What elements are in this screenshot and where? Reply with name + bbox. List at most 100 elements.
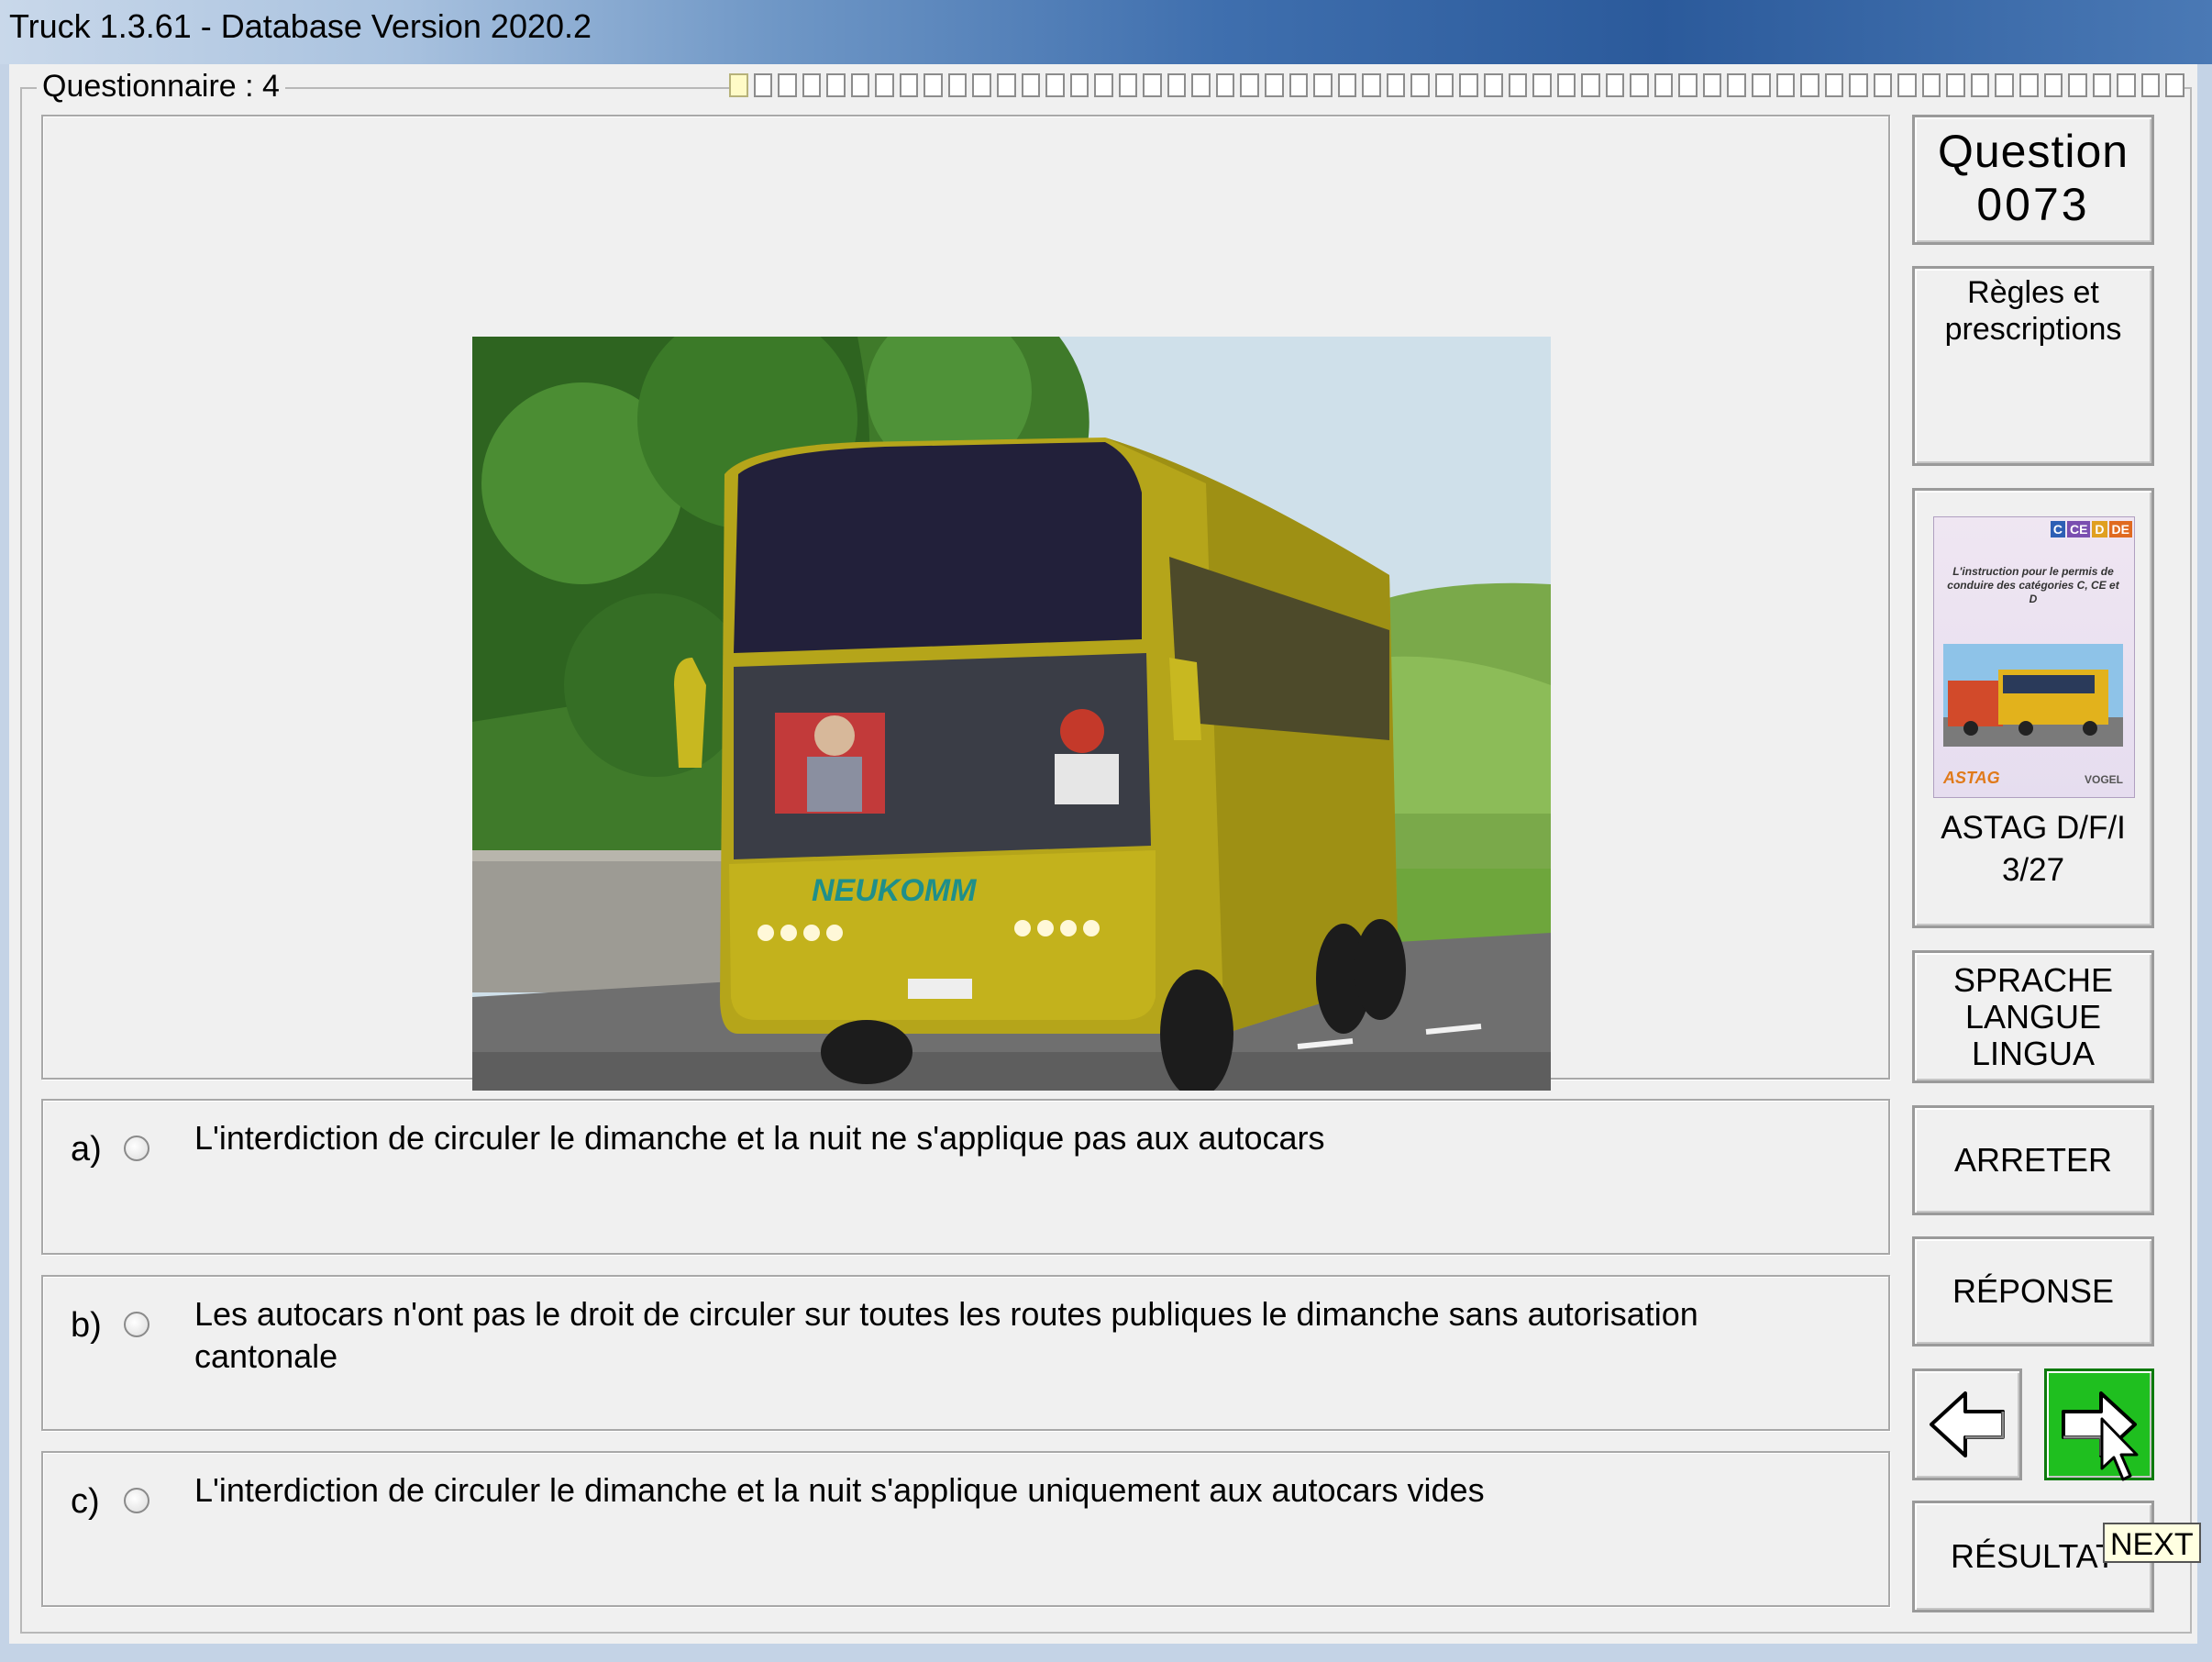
progress-segment [972, 73, 992, 97]
book-caption: L'instruction pour le permis de conduire… [1947, 565, 2119, 605]
progress-segment [1069, 73, 1089, 97]
previous-button[interactable] [1912, 1368, 2022, 1480]
questionnaire-label: Questionnaire : 4 [37, 69, 285, 105]
title-bar: Truck 1.3.61 - Database Version 2020.2 [0, 0, 2212, 64]
progress-segment [1410, 73, 1430, 97]
answer-letter: b) [71, 1306, 102, 1345]
progress-segment [1362, 73, 1381, 97]
answer-radio-c[interactable] [124, 1488, 149, 1513]
progress-segment [1873, 73, 1893, 97]
progress-segment [1094, 73, 1113, 97]
progress-segment [1630, 73, 1649, 97]
question-category: Règles et prescriptions [1944, 275, 2122, 347]
book-cover-picture [1943, 644, 2123, 747]
answer-text: L'interdiction de circuler le dimanche e… [194, 1119, 1325, 1157]
progress-segment [1995, 73, 2014, 97]
answer-text: L'interdiction de circuler le dimanche e… [194, 1471, 1485, 1509]
progress-segment [1970, 73, 1990, 97]
mouse-pointer-icon [2100, 1417, 2139, 1481]
book-label-page: 3/27 [2001, 852, 2065, 888]
progress-segment [2165, 73, 2184, 97]
answer-option-b[interactable]: b) Les autocars n'ont pas le droit de ci… [41, 1275, 1890, 1431]
progress-segment [1118, 73, 1138, 97]
answer-option-c[interactable]: c) L'interdiction de circuler le dimanch… [41, 1451, 1890, 1607]
progress-segment [1313, 73, 1333, 97]
question-title: Question [1937, 126, 2129, 177]
question-image-panel: NEUKOMM [41, 115, 1890, 1091]
progress-segment [1386, 73, 1406, 97]
book-tag: C [2050, 521, 2065, 537]
progress-segment [1581, 73, 1600, 97]
language-button[interactable]: SPRACHE LANGUE LINGUA [1912, 950, 2154, 1083]
answer-radio-b[interactable] [124, 1312, 149, 1337]
question-category-box: Règles et prescriptions [1912, 266, 2154, 466]
stop-button[interactable]: ARRETER [1912, 1105, 2154, 1215]
progress-segment [947, 73, 968, 97]
progress-segment [729, 73, 748, 97]
progress-segment [802, 73, 822, 97]
progress-segment [826, 73, 846, 97]
next-tooltip: NEXT [2103, 1523, 2201, 1563]
book-logo-vogel: VOGEL [2084, 773, 2123, 786]
book-label: ASTAG D/F/I 3/27 [1915, 807, 2151, 892]
progress-segment [1191, 73, 1211, 97]
window-frame-right [2197, 64, 2212, 1662]
progress-segment [1240, 73, 1260, 97]
progress-segment [1800, 73, 1819, 97]
language-label-it: LINGUA [1971, 1034, 2096, 1072]
reference-book-box[interactable]: C CE D DE L'instruction pour le permis d… [1912, 488, 2154, 928]
bus-photo-drawing: NEUKOMM [472, 337, 1551, 1091]
answer-letter: a) [71, 1130, 102, 1169]
progress-segment [1775, 73, 1796, 97]
progress-segment [1946, 73, 1965, 97]
book-tag: D [2092, 521, 2107, 537]
progress-segment [2068, 73, 2087, 97]
progress-segment [1556, 73, 1576, 97]
book-vehicles-drawing [1943, 644, 2123, 747]
progress-segment [778, 73, 797, 97]
progress-segment [2140, 73, 2161, 97]
window-frame-bottom [0, 1644, 2212, 1662]
progress-segment [1727, 73, 1746, 97]
progress-segment [1532, 73, 1552, 97]
progress-segment [1824, 73, 1844, 97]
book-cover-image: C CE D DE L'instruction pour le permis d… [1933, 516, 2135, 798]
progress-segment [997, 73, 1016, 97]
progress-segment [1702, 73, 1722, 97]
book-tag: DE [2108, 521, 2132, 537]
answer-text: Les autocars n'ont pas le droit de circu… [194, 1295, 1698, 1375]
progress-segment [1483, 73, 1503, 97]
progress-segment [850, 73, 870, 97]
progress-segment [1459, 73, 1478, 97]
progress-segment [924, 73, 943, 97]
progress-segment [1605, 73, 1625, 97]
question-number-box: Question 0073 [1912, 115, 2154, 245]
book-logo-astag: ASTAG [1943, 769, 2000, 787]
language-label-de: SPRACHE [1952, 960, 2114, 999]
progress-segment [1167, 73, 1187, 97]
progress-segment [1653, 73, 1674, 97]
progress-segment [1921, 73, 1941, 97]
book-label-title: ASTAG D/F/I [1941, 810, 2126, 846]
progress-segment [1021, 73, 1041, 97]
progress-segment [1678, 73, 1698, 97]
progress-segment [1751, 73, 1771, 97]
book-tag: CE [2066, 521, 2091, 537]
progress-segment [1897, 73, 1917, 97]
progress-segment [899, 73, 919, 97]
window-title: Truck 1.3.61 - Database Version 2020.2 [9, 7, 592, 45]
question-photo: NEUKOMM [472, 337, 1551, 1091]
window-frame-left [0, 64, 9, 1662]
progress-segment [1045, 73, 1065, 97]
progress-segment [753, 73, 773, 97]
response-button[interactable]: RÉPONSE [1912, 1236, 2154, 1346]
progress-segment [1434, 73, 1454, 97]
progress-segment [1337, 73, 1357, 97]
language-label-fr: LANGUE [1964, 997, 2102, 1036]
progress-segment [875, 73, 894, 97]
bus-brand-text: NEUKOMM [812, 873, 977, 908]
answer-option-a[interactable]: a) L'interdiction de circuler le dimanch… [41, 1099, 1890, 1255]
answer-radio-a[interactable] [124, 1136, 149, 1161]
question-number: 0073 [1976, 179, 2090, 230]
progress-segment [2018, 73, 2039, 97]
